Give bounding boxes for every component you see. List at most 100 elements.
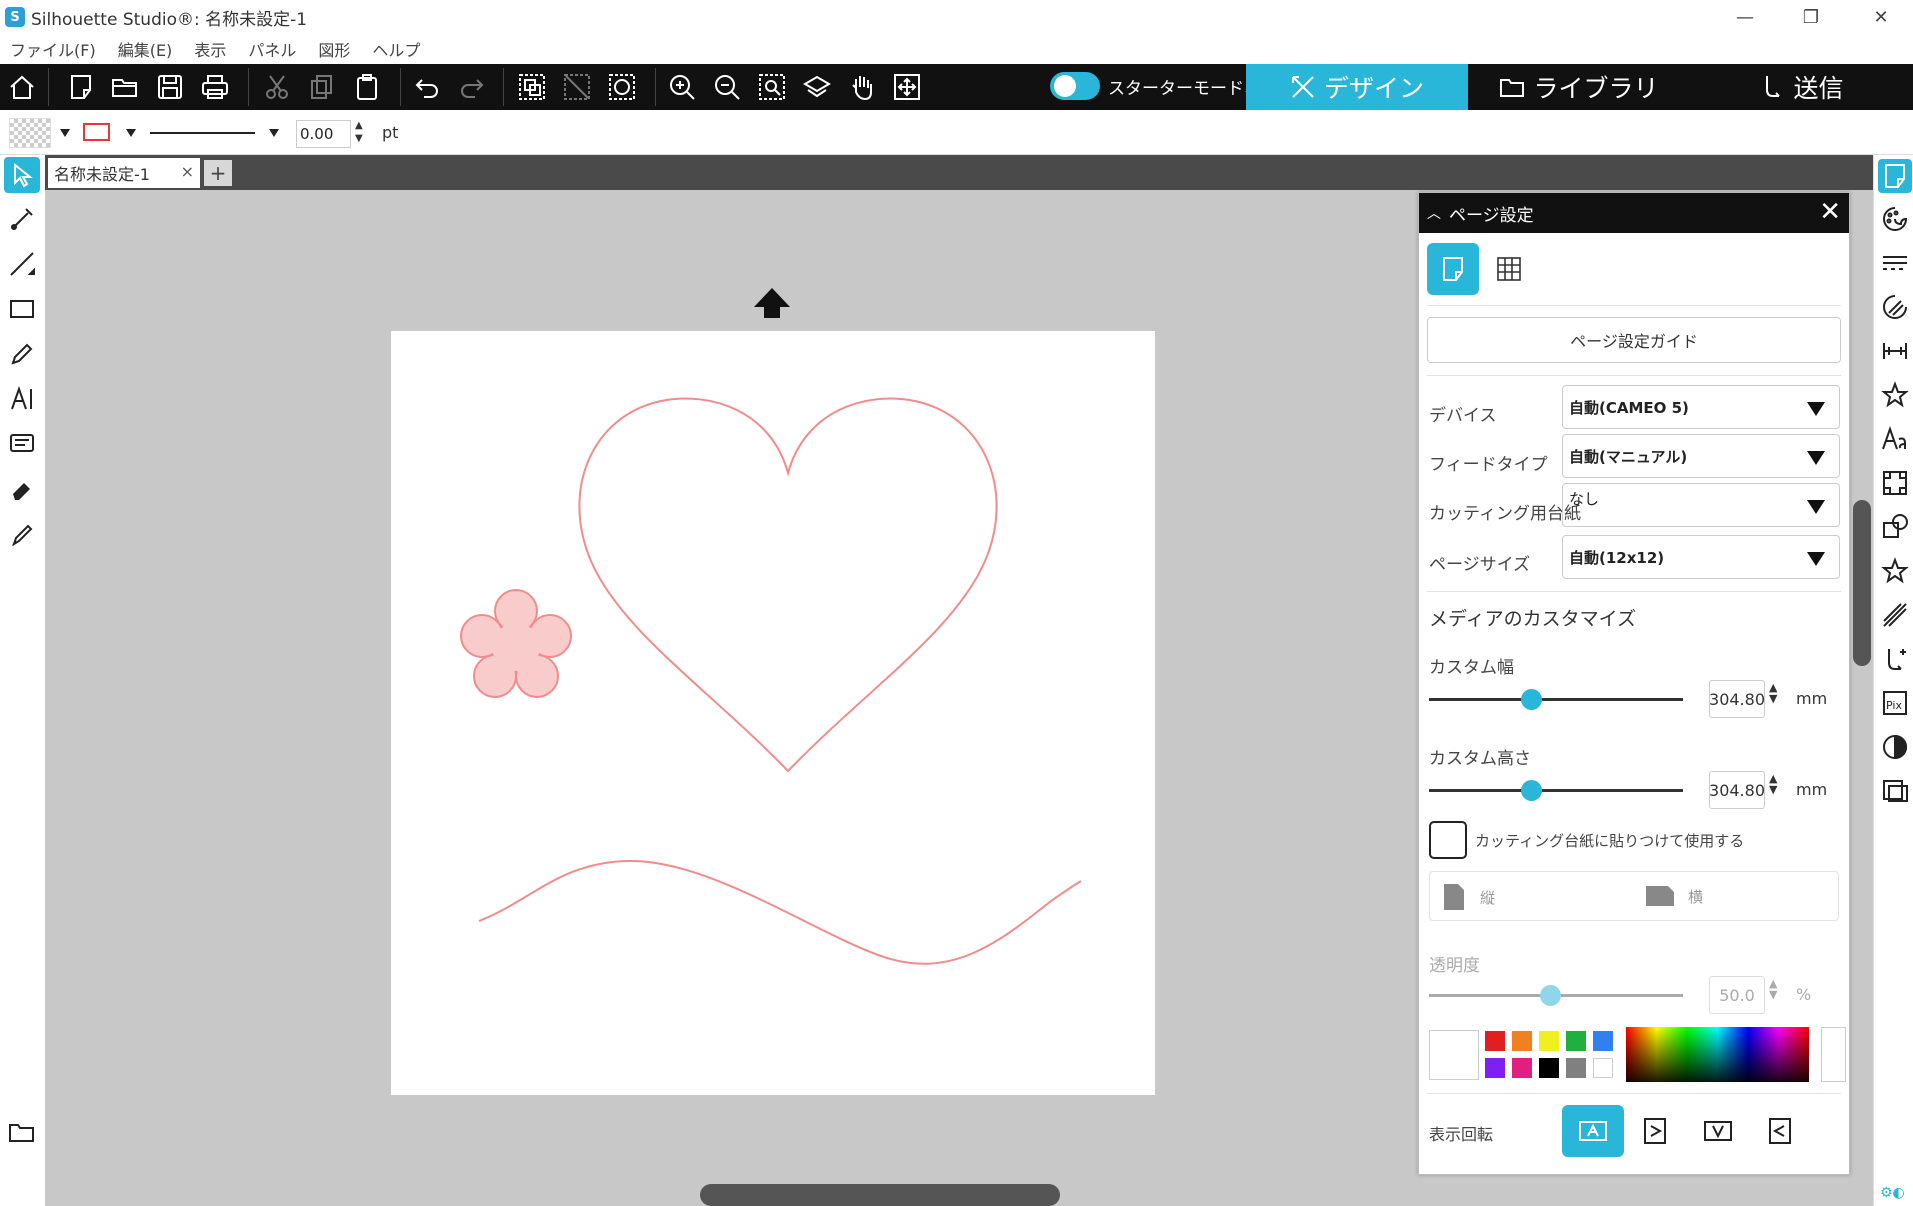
- knife-tool-icon[interactable]: [4, 516, 40, 552]
- align-panel-icon[interactable]: [1878, 334, 1912, 368]
- add-tab-button[interactable]: +: [204, 160, 232, 186]
- rectangle-tool-icon[interactable]: [4, 291, 40, 327]
- maximize-button[interactable]: ❐: [1779, 0, 1843, 34]
- custom-height-input[interactable]: 304.80: [1709, 771, 1765, 809]
- line-tool-icon[interactable]: [4, 246, 40, 282]
- sketch-panel-icon[interactable]: [1878, 598, 1912, 632]
- rotation-0-button[interactable]: [1562, 1105, 1624, 1157]
- new-document-icon[interactable]: [64, 70, 98, 104]
- zoom-in-icon[interactable]: [665, 70, 699, 104]
- palette-color-swatch[interactable]: [1512, 1031, 1532, 1051]
- cutting-page[interactable]: [391, 331, 1155, 1095]
- custom-width-input[interactable]: 304.80: [1709, 680, 1765, 718]
- replicate-panel-icon[interactable]: [1878, 378, 1912, 412]
- modify-panel-icon[interactable]: [1878, 510, 1912, 544]
- compound-path-icon[interactable]: [605, 70, 639, 104]
- color-spectrum[interactable]: [1626, 1027, 1809, 1082]
- open-folder-icon[interactable]: [108, 70, 142, 104]
- horizontal-scrollbar[interactable]: [700, 1184, 1060, 1206]
- paste-icon[interactable]: [350, 70, 384, 104]
- device-select[interactable]: 自動(CAMEO 5): [1562, 385, 1840, 429]
- palette-color-swatch[interactable]: [1593, 1031, 1613, 1051]
- library-folder-icon[interactable]: [4, 1114, 40, 1150]
- transparency-spinner[interactable]: ▲ ▼: [1769, 978, 1777, 1000]
- use-cutting-mat-checkbox[interactable]: [1429, 821, 1467, 859]
- palette-color-swatch[interactable]: [1485, 1031, 1505, 1051]
- color-preview[interactable]: [1821, 1027, 1846, 1082]
- menu-file[interactable]: ファイル(F): [10, 37, 96, 61]
- line-width-spinner[interactable]: ▲ ▼: [355, 119, 363, 145]
- height-spinner[interactable]: ▲ ▼: [1769, 773, 1777, 795]
- tab-send[interactable]: 送信: [1690, 64, 1913, 110]
- offset-panel-icon[interactable]: [1878, 774, 1912, 808]
- select-tool-icon[interactable]: [4, 157, 40, 193]
- menu-panel[interactable]: パネル: [248, 37, 296, 61]
- fill-dropdown-arrow[interactable]: [60, 129, 70, 137]
- transparency-slider[interactable]: [1429, 985, 1683, 1006]
- minimize-button[interactable]: —: [1713, 0, 1777, 34]
- settings-gear-icon[interactable]: ⚙◐: [1880, 1185, 1905, 1201]
- line-color-dropdown-arrow[interactable]: [126, 129, 136, 137]
- pencil-tool-icon[interactable]: [4, 336, 40, 372]
- feed-type-select[interactable]: 自動(マニュアル): [1562, 434, 1840, 478]
- fill-pattern-panel-icon[interactable]: [1878, 290, 1912, 324]
- panel-header[interactable]: ︿ ページ設定 ✕: [1419, 193, 1849, 233]
- fit-page-icon[interactable]: [800, 70, 834, 104]
- menu-shape[interactable]: 図形: [318, 37, 350, 61]
- text-style-panel-icon[interactable]: [1878, 422, 1912, 456]
- transform-panel-icon[interactable]: [1878, 466, 1912, 500]
- cutting-mat-select[interactable]: なし: [1562, 483, 1840, 527]
- zoom-selection-icon[interactable]: [755, 70, 789, 104]
- selected-color-swatch[interactable]: [1429, 1030, 1479, 1080]
- group-icon[interactable]: [515, 70, 549, 104]
- panel-scrollbar[interactable]: [1853, 500, 1871, 666]
- library-shapes-panel-icon[interactable]: [1878, 554, 1912, 588]
- collapse-chevron-icon[interactable]: ︿: [1427, 203, 1441, 223]
- cut-icon[interactable]: [260, 70, 294, 104]
- landscape-button[interactable]: 横: [1644, 884, 1703, 908]
- print-icon[interactable]: [198, 70, 232, 104]
- home-icon[interactable]: [5, 70, 39, 104]
- document-tab[interactable]: 名称未設定-1 ×: [48, 158, 200, 188]
- sketch-text-tool-icon[interactable]: [4, 426, 40, 462]
- width-spinner[interactable]: ▲ ▼: [1769, 682, 1777, 704]
- pan-hand-icon[interactable]: [845, 70, 879, 104]
- menu-edit[interactable]: 編集(E): [118, 37, 173, 61]
- page-setup-panel-icon[interactable]: [1878, 159, 1912, 193]
- slider-knob[interactable]: [1520, 780, 1542, 801]
- redo-icon[interactable]: [455, 70, 489, 104]
- line-width-input[interactable]: 0.00: [296, 120, 351, 148]
- line-color-swatch[interactable]: [83, 123, 110, 141]
- palette-color-swatch[interactable]: [1539, 1058, 1559, 1078]
- close-tab-icon[interactable]: ×: [181, 162, 194, 181]
- undo-icon[interactable]: [410, 70, 444, 104]
- palette-color-swatch[interactable]: [1485, 1058, 1505, 1078]
- custom-width-slider[interactable]: [1429, 689, 1683, 710]
- fill-color-panel-icon[interactable]: [1878, 202, 1912, 236]
- close-window-button[interactable]: ✕: [1849, 0, 1913, 34]
- palette-color-swatch[interactable]: [1512, 1058, 1532, 1078]
- move-view-icon[interactable]: [890, 70, 924, 104]
- text-tool-icon[interactable]: [4, 381, 40, 417]
- tab-grid-settings[interactable]: [1483, 243, 1535, 295]
- line-style-panel-icon[interactable]: [1878, 246, 1912, 280]
- zoom-out-icon[interactable]: [710, 70, 744, 104]
- palette-color-swatch[interactable]: [1566, 1058, 1586, 1078]
- line-style-dropdown-arrow[interactable]: [269, 129, 279, 137]
- tab-design[interactable]: デザイン: [1246, 64, 1468, 110]
- copy-icon[interactable]: [305, 70, 339, 104]
- pixscan-panel-icon[interactable]: Pix: [1878, 686, 1912, 720]
- send-panel-icon[interactable]: [1878, 642, 1912, 676]
- trace-panel-icon[interactable]: [1878, 730, 1912, 764]
- line-style-preview[interactable]: [150, 132, 255, 134]
- menu-help[interactable]: ヘルプ: [372, 37, 420, 61]
- page-size-select[interactable]: 自動(12x12): [1562, 535, 1840, 579]
- palette-color-swatch[interactable]: [1566, 1031, 1586, 1051]
- rotation-270-button[interactable]: [1749, 1105, 1811, 1157]
- fill-color-swatch[interactable]: [9, 118, 51, 148]
- eraser-tool-icon[interactable]: [4, 471, 40, 507]
- starter-mode-toggle[interactable]: スターターモードオフ: [1050, 72, 1278, 100]
- page-setup-guide-button[interactable]: ページ設定ガイド: [1427, 317, 1841, 363]
- palette-color-swatch[interactable]: [1539, 1031, 1559, 1051]
- toggle-switch[interactable]: [1050, 72, 1100, 100]
